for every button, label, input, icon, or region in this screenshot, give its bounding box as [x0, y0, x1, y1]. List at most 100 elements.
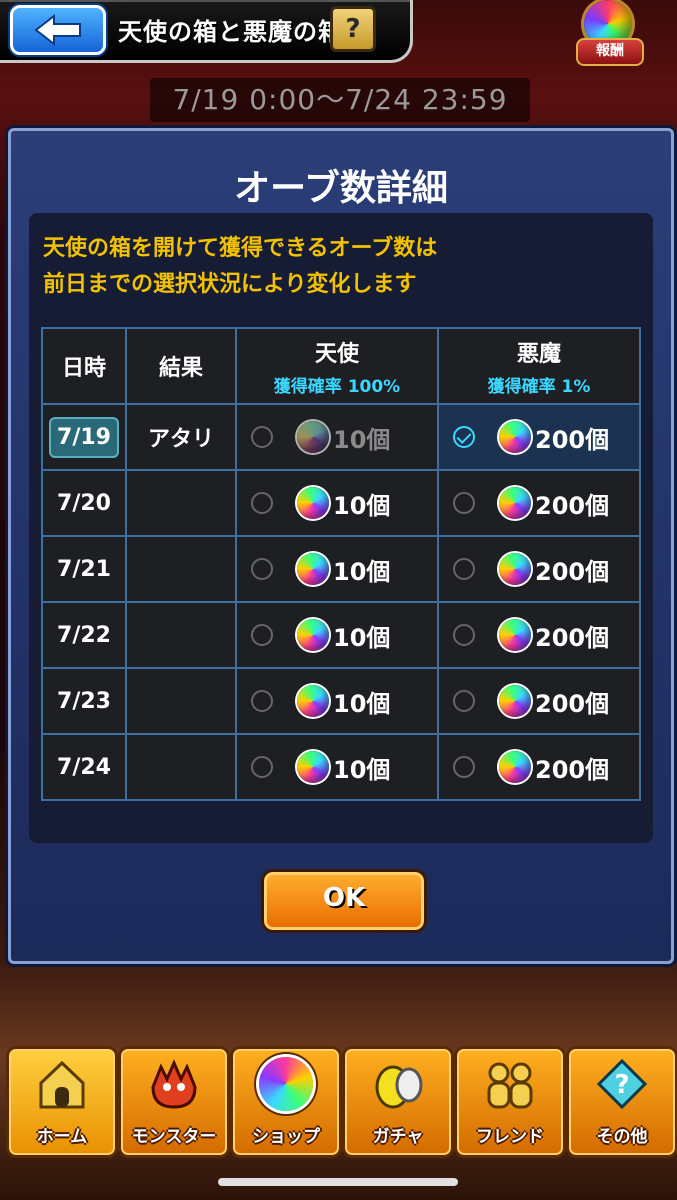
devil-amount: 200個 [535, 689, 610, 718]
devil-cell: 200個 [437, 403, 641, 471]
radio-icon [251, 756, 273, 778]
table-header-row: 日時 結果 天使 獲得確率 100% 悪魔 獲得確率 1% [41, 327, 641, 405]
radio-icon [251, 624, 273, 646]
description: 天使の箱を開けて獲得できるオーブ数は 前日までの選択状況により変化します [43, 231, 643, 303]
table-row: 7/22 10個 200個 [41, 601, 641, 669]
devil-amount: 200個 [535, 623, 610, 652]
reward-label: 報酬 [576, 38, 644, 66]
back-button[interactable] [10, 5, 106, 55]
description-line: 天使の箱を開けて獲得できるオーブ数は [43, 236, 438, 261]
devil-cell: 200個 [437, 667, 641, 735]
nav-gacha[interactable]: ガチャ [342, 1046, 454, 1158]
orb-icon [499, 487, 531, 519]
header-angel: 天使 獲得確率 100% [235, 327, 439, 405]
home-indicator[interactable] [218, 1178, 458, 1186]
nav-gacha-label: ガチャ [372, 1127, 424, 1147]
angel-amount: 10個 [333, 689, 391, 718]
table-row: 7/24 10個 200個 [41, 733, 641, 801]
back-arrow-icon [34, 14, 81, 46]
devil-cell: 200個 [437, 535, 641, 603]
table-row: 7/23 10個 200個 [41, 667, 641, 735]
home-icon [39, 1060, 85, 1109]
date-cell: 7/22 [41, 601, 127, 669]
friends-icon [487, 1062, 533, 1109]
orb-table: 日時 結果 天使 獲得確率 100% 悪魔 獲得確率 1% 7/19 アタリ 1… [41, 327, 641, 801]
table-row: 7/19 アタリ 10個 200個 [41, 403, 641, 471]
orb-icon [499, 553, 531, 585]
orb-icon [297, 751, 329, 783]
date-cell: 7/20 [41, 469, 127, 537]
nav-shop-label: ショップ [252, 1127, 320, 1147]
modal-title: オーブ数詳細 [234, 168, 448, 209]
date-cell: 7/19 [41, 403, 127, 471]
orb-icon [297, 553, 329, 585]
ok-button[interactable]: OK [261, 869, 427, 933]
result-cell [125, 733, 237, 801]
devil-rate: 獲得確率 1% [487, 376, 591, 397]
devil-amount: 200個 [535, 425, 610, 454]
devil-cell: 200個 [437, 733, 641, 801]
orb-icon [259, 1057, 313, 1111]
table-row: 7/20 10個 200個 [41, 469, 641, 537]
description-line: 前日までの選択状況により変化します [43, 272, 417, 297]
angel-cell: 10個 [235, 601, 439, 669]
devil-amount: 200個 [535, 755, 610, 784]
header-result: 結果 [125, 327, 237, 405]
angel-amount: 10個 [333, 491, 391, 520]
question-icon: ? [596, 1058, 648, 1110]
devil-cell: 200個 [437, 469, 641, 537]
monster-icon [151, 1059, 197, 1109]
devil-amount: 200個 [535, 491, 610, 520]
orb-icon [499, 751, 531, 783]
nav-friend[interactable]: フレンド [454, 1046, 566, 1158]
result-cell [125, 535, 237, 603]
orb-icon [499, 421, 531, 453]
orb-icon [297, 421, 329, 453]
result-cell [125, 667, 237, 735]
nav-other-label: その他 [596, 1127, 648, 1147]
nav-shop[interactable]: ショップ [230, 1046, 342, 1158]
angel-cell: 10個 [235, 535, 439, 603]
svg-text:?: ? [614, 1070, 629, 1100]
nav-other[interactable]: ? その他 [566, 1046, 677, 1158]
nav-monster[interactable]: モンスター [118, 1046, 230, 1158]
current-date-badge: 7/19 [49, 416, 119, 458]
result-cell [125, 469, 237, 537]
nav-home-label: ホーム [36, 1127, 88, 1147]
header-angel-label: 天使 [314, 341, 359, 367]
devil-amount: 200個 [535, 557, 610, 586]
help-button[interactable]: ? [330, 6, 376, 52]
radio-icon [453, 756, 475, 778]
orb-detail-modal: オーブ数詳細 天使の箱を開けて獲得できるオーブ数は 前日までの選択状況により変化… [8, 128, 674, 964]
date-cell: 7/24 [41, 733, 127, 801]
radio-icon [453, 558, 475, 580]
nav-home[interactable]: ホーム [6, 1046, 118, 1158]
egg-icon [375, 1065, 423, 1109]
date-cell: 7/21 [41, 535, 127, 603]
reward-button[interactable]: 報酬 [572, 0, 644, 66]
screen-title: 天使の箱と悪魔の箱 [118, 18, 343, 46]
radio-icon [251, 492, 273, 514]
header-date: 日時 [41, 327, 127, 405]
orb-icon [499, 619, 531, 651]
angel-cell: 10個 [235, 403, 439, 471]
nav-friend-label: フレンド [476, 1127, 544, 1147]
orb-icon [297, 619, 329, 651]
angel-rate: 獲得確率 100% [273, 376, 401, 397]
table-row: 7/21 10個 200個 [41, 535, 641, 603]
angel-cell: 10個 [235, 667, 439, 735]
nav-monster-label: モンスター [131, 1127, 217, 1147]
angel-cell: 10個 [235, 469, 439, 537]
header-devil-label: 悪魔 [516, 341, 561, 367]
result-cell: アタリ [125, 403, 237, 471]
orb-icon [297, 685, 329, 717]
devil-cell: 200個 [437, 601, 641, 669]
checkmark-icon [453, 426, 475, 448]
angel-amount: 10個 [333, 755, 391, 784]
radio-icon [453, 690, 475, 712]
orb-icon [297, 487, 329, 519]
header-devil: 悪魔 獲得確率 1% [437, 327, 641, 405]
event-period: 7/19 0:00〜7/24 23:59 [150, 78, 530, 122]
angel-amount: 10個 [333, 623, 391, 652]
radio-icon [453, 492, 475, 514]
